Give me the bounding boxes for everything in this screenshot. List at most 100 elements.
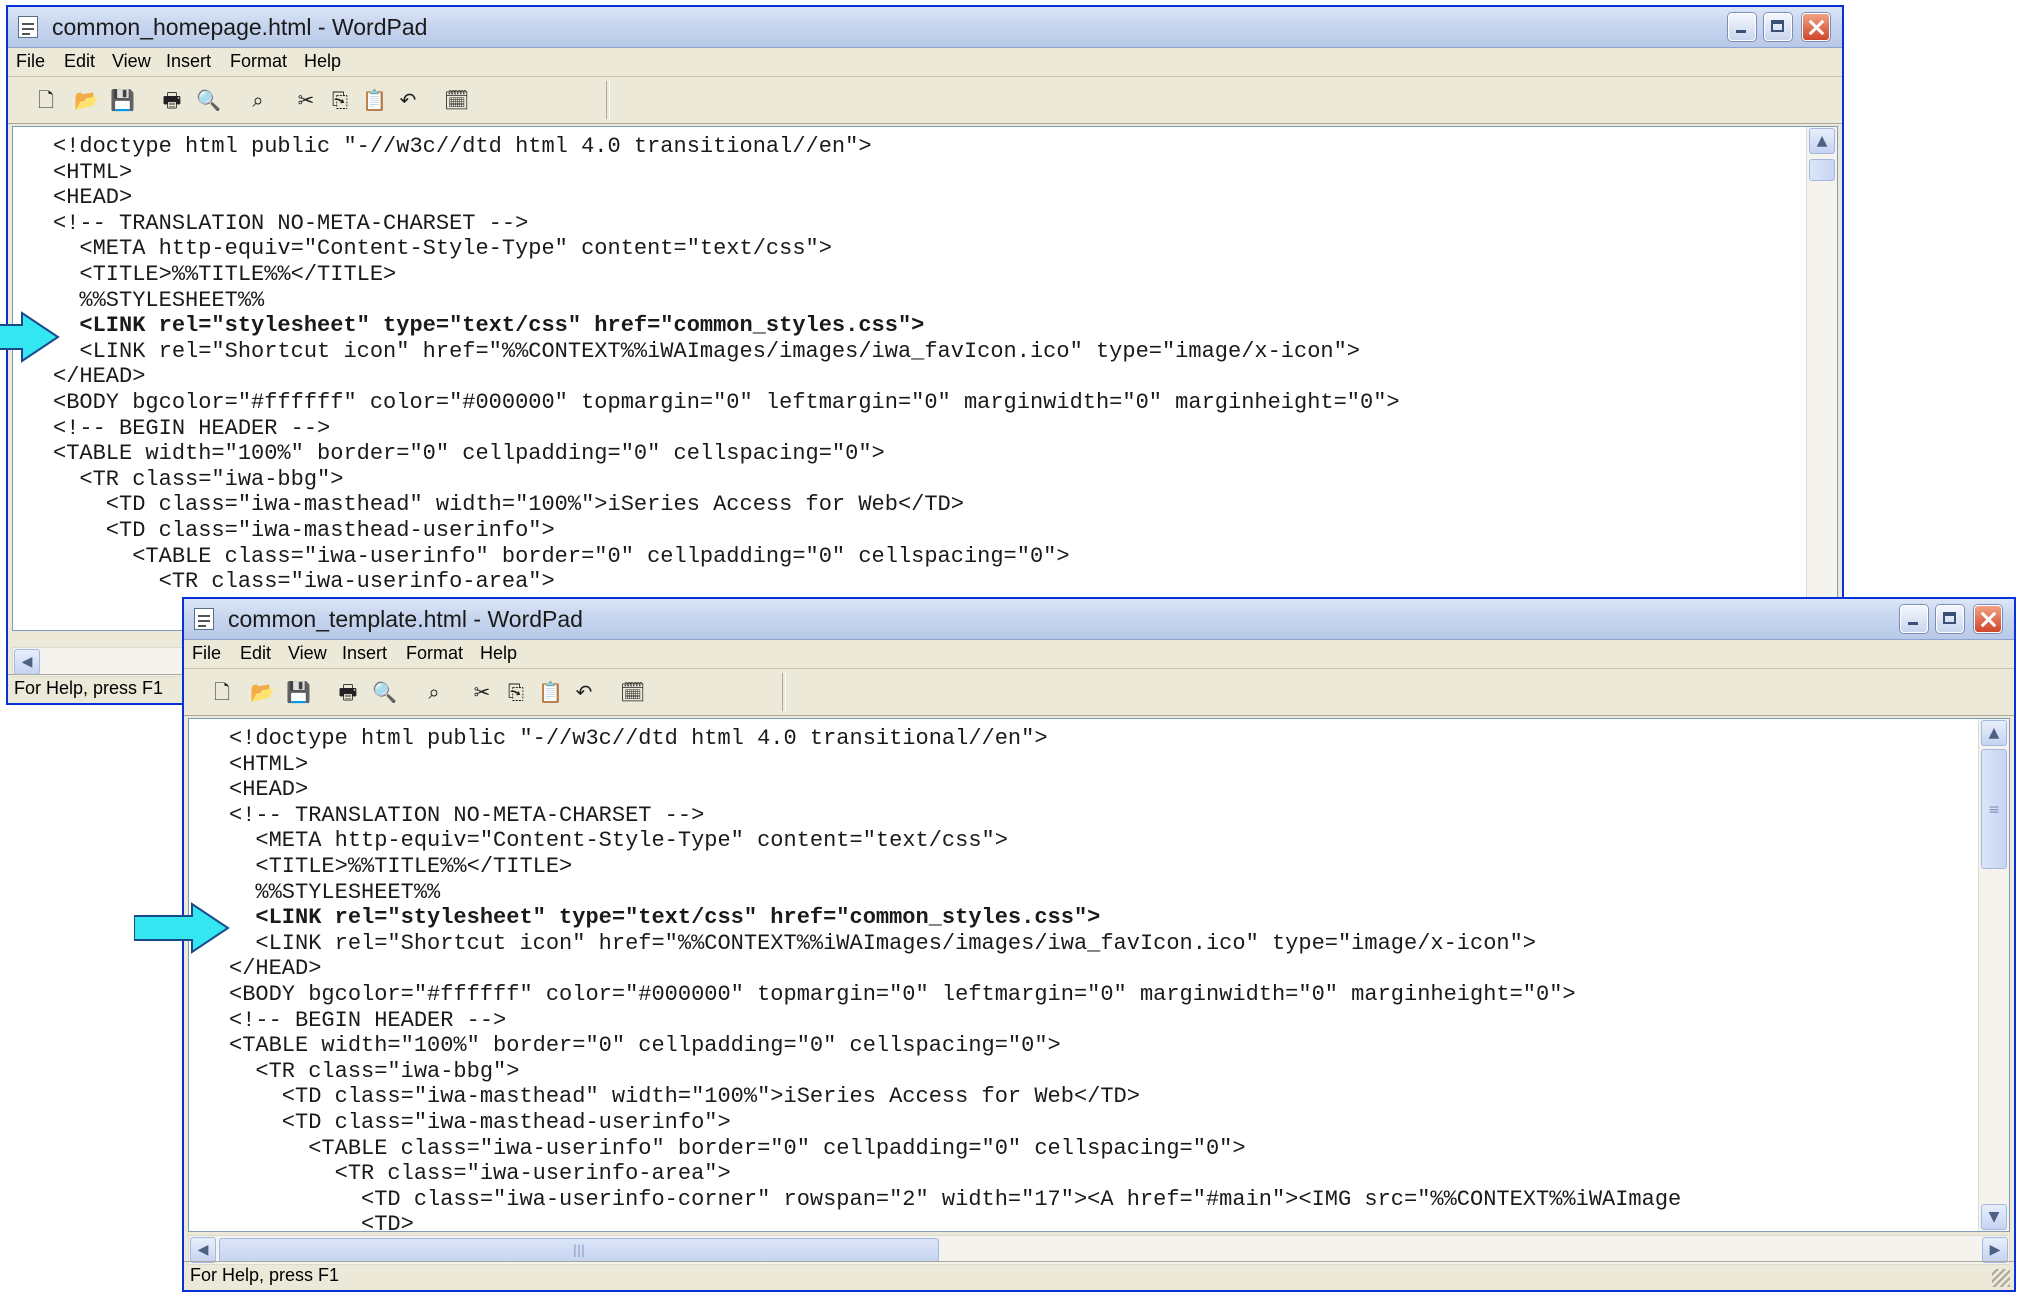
code-line: <!-- TRANSLATION NO-META-CHARSET --> <box>229 802 705 828</box>
highlight-arrow-1 <box>0 311 60 363</box>
code-line: <META http-equiv="Content-Style-Type" co… <box>229 828 1008 854</box>
print-icon[interactable]: 🖶 <box>336 680 360 704</box>
close-button[interactable] <box>1802 13 1830 41</box>
vertical-scrollbar[interactable]: ▲ ≡ ▼ <box>1978 719 2009 1231</box>
print-preview-icon[interactable]: 🔍 <box>372 680 397 704</box>
code-line: <TITLE>%%TITLE%%</TITLE> <box>229 854 573 879</box>
code-line: <HTML> <box>229 751 309 777</box>
maximize-button[interactable] <box>1764 13 1792 41</box>
code-line: <LINK rel="stylesheet" type="text/css" h… <box>53 313 925 339</box>
code-line: <TD> <box>229 1212 414 1232</box>
minimize-button[interactable] <box>1728 13 1756 41</box>
code-line: <HTML> <box>53 159 133 185</box>
scroll-thumb[interactable]: ≡ <box>1981 749 2007 869</box>
maximize-button[interactable] <box>1936 605 1964 633</box>
copy-icon[interactable]: ⎘ <box>328 88 352 112</box>
menu-format[interactable]: Format <box>230 51 287 72</box>
resize-grip[interactable] <box>1992 1269 2010 1287</box>
menu-edit[interactable]: Edit <box>64 51 95 72</box>
toolbar: 🗋 📂 💾 🖶 🔍 ⌕ ✂ ⎘ 📋 ↶ 🗓 <box>8 77 1842 124</box>
cut-icon[interactable]: ✂ <box>470 680 494 704</box>
wordpad-window-template: common_template.html - WordPad File Edit… <box>182 597 2016 1292</box>
code-line: <!-- TRANSLATION NO-META-CHARSET --> <box>53 210 529 236</box>
code-line: <TR class="iwa-userinfo-area"> <box>229 1161 731 1187</box>
paste-icon[interactable]: 📋 <box>362 88 387 112</box>
code-line: <TD class="iwa-masthead" width="100%">iS… <box>53 492 964 518</box>
document-area[interactable]: <!doctype html public "-//w3c//dtd html … <box>188 718 2010 1232</box>
highlight-arrow-2 <box>134 902 230 954</box>
code-line: <!doctype html public "-//w3c//dtd html … <box>229 726 1048 751</box>
document-area[interactable]: <!doctype html public "-//w3c//dtd html … <box>12 126 1838 631</box>
window-title: common_template.html - WordPad <box>228 606 583 632</box>
code-line: <TABLE width="100%" border="0" cellpaddi… <box>229 1033 1061 1059</box>
vertical-scrollbar[interactable]: ▲ <box>1806 127 1837 630</box>
code-line: <TR class="iwa-userinfo-area"> <box>53 569 555 595</box>
code-line: <HEAD> <box>229 777 309 803</box>
toolbar: 🗋 📂 💾 🖶 🔍 ⌕ ✂ ⎘ 📋 ↶ 🗓 <box>184 669 2014 716</box>
horizontal-scroll-thumb[interactable]: ||| <box>219 1238 939 1262</box>
menu-bar: File Edit View Insert Format Help <box>8 48 1842 77</box>
undo-icon[interactable]: ↶ <box>396 88 420 112</box>
code-line: <LINK rel="Shortcut icon" href="%%CONTEX… <box>53 338 1361 364</box>
close-button[interactable] <box>1974 605 2002 633</box>
find-icon[interactable]: ⌕ <box>422 680 446 704</box>
scroll-up-icon[interactable]: ▲ <box>1981 720 2007 746</box>
datetime-icon[interactable]: 🗓 <box>444 88 469 112</box>
title-bar[interactable]: common_homepage.html - WordPad <box>8 7 1842 48</box>
code-line: <BODY bgcolor="#ffffff" color="#000000" … <box>229 982 1576 1007</box>
toolbar-separator <box>782 673 786 711</box>
code-line: <TD class="iwa-userinfo-corner" rowspan=… <box>229 1186 1682 1212</box>
title-bar[interactable]: common_template.html - WordPad <box>184 599 2014 640</box>
cut-icon[interactable]: ✂ <box>294 88 318 112</box>
menu-format[interactable]: Format <box>406 643 463 664</box>
menu-help[interactable]: Help <box>304 51 341 72</box>
minimize-button[interactable] <box>1900 605 1928 633</box>
menu-view[interactable]: View <box>112 51 151 72</box>
code-line: <TABLE class="iwa-userinfo" border="0" c… <box>53 543 1070 569</box>
open-icon[interactable]: 📂 <box>74 88 99 112</box>
paste-icon[interactable]: 📋 <box>538 680 563 704</box>
new-icon[interactable]: 🗋 <box>210 680 234 704</box>
status-text: For Help, press F1 <box>14 678 164 698</box>
datetime-icon[interactable]: 🗓 <box>620 680 645 704</box>
scroll-left-icon[interactable]: ◀ <box>14 649 40 675</box>
menu-file[interactable]: File <box>192 643 221 664</box>
scroll-left-icon[interactable]: ◀ <box>190 1237 216 1263</box>
window-title: common_homepage.html - WordPad <box>52 14 428 40</box>
code-line: <!doctype html public "-//w3c//dtd html … <box>53 134 872 159</box>
menu-help[interactable]: Help <box>480 643 517 664</box>
code-line: <TR class="iwa-bbg"> <box>53 466 344 492</box>
find-icon[interactable]: ⌕ <box>246 88 270 112</box>
menu-view[interactable]: View <box>288 643 327 664</box>
print-preview-icon[interactable]: 🔍 <box>196 88 221 112</box>
copy-icon[interactable]: ⎘ <box>504 680 528 704</box>
scroll-up-icon[interactable]: ▲ <box>1809 128 1835 154</box>
menu-file[interactable]: File <box>16 51 45 72</box>
code-line: <TD class="iwa-masthead-userinfo"> <box>53 518 555 543</box>
menu-insert[interactable]: Insert <box>342 643 387 664</box>
code-line: %%STYLESHEET%% <box>229 879 441 905</box>
save-icon[interactable]: 💾 <box>110 88 135 112</box>
scroll-right-icon[interactable]: ▶ <box>1982 1237 2008 1263</box>
code-line: <!-- BEGIN HEADER --> <box>53 415 331 441</box>
print-icon[interactable]: 🖶 <box>160 88 184 112</box>
code-line: %%STYLESHEET%% <box>53 287 265 313</box>
new-icon[interactable]: 🗋 <box>34 88 58 112</box>
code-line: <META http-equiv="Content-Style-Type" co… <box>53 236 832 262</box>
status-bar: For Help, press F1 <box>184 1261 2014 1290</box>
menu-edit[interactable]: Edit <box>240 643 271 664</box>
save-icon[interactable]: 💾 <box>286 680 311 704</box>
scroll-down-icon[interactable]: ▼ <box>1981 1204 2007 1230</box>
undo-icon[interactable]: ↶ <box>572 680 596 704</box>
open-icon[interactable]: 📂 <box>250 680 275 704</box>
menu-insert[interactable]: Insert <box>166 51 211 72</box>
code-line: <LINK rel="Shortcut icon" href="%%CONTEX… <box>229 930 1537 956</box>
scroll-thumb[interactable] <box>1809 159 1835 181</box>
code-line: <TD class="iwa-masthead-userinfo"> <box>229 1110 731 1135</box>
code-line: <HEAD> <box>53 185 133 211</box>
wordpad-app-icon[interactable] <box>194 608 214 630</box>
code-line: <BODY bgcolor="#ffffff" color="#000000" … <box>53 390 1400 415</box>
wordpad-app-icon[interactable] <box>18 16 38 38</box>
menu-bar: File Edit View Insert Format Help <box>184 640 2014 669</box>
code-line: <!-- BEGIN HEADER --> <box>229 1007 507 1033</box>
